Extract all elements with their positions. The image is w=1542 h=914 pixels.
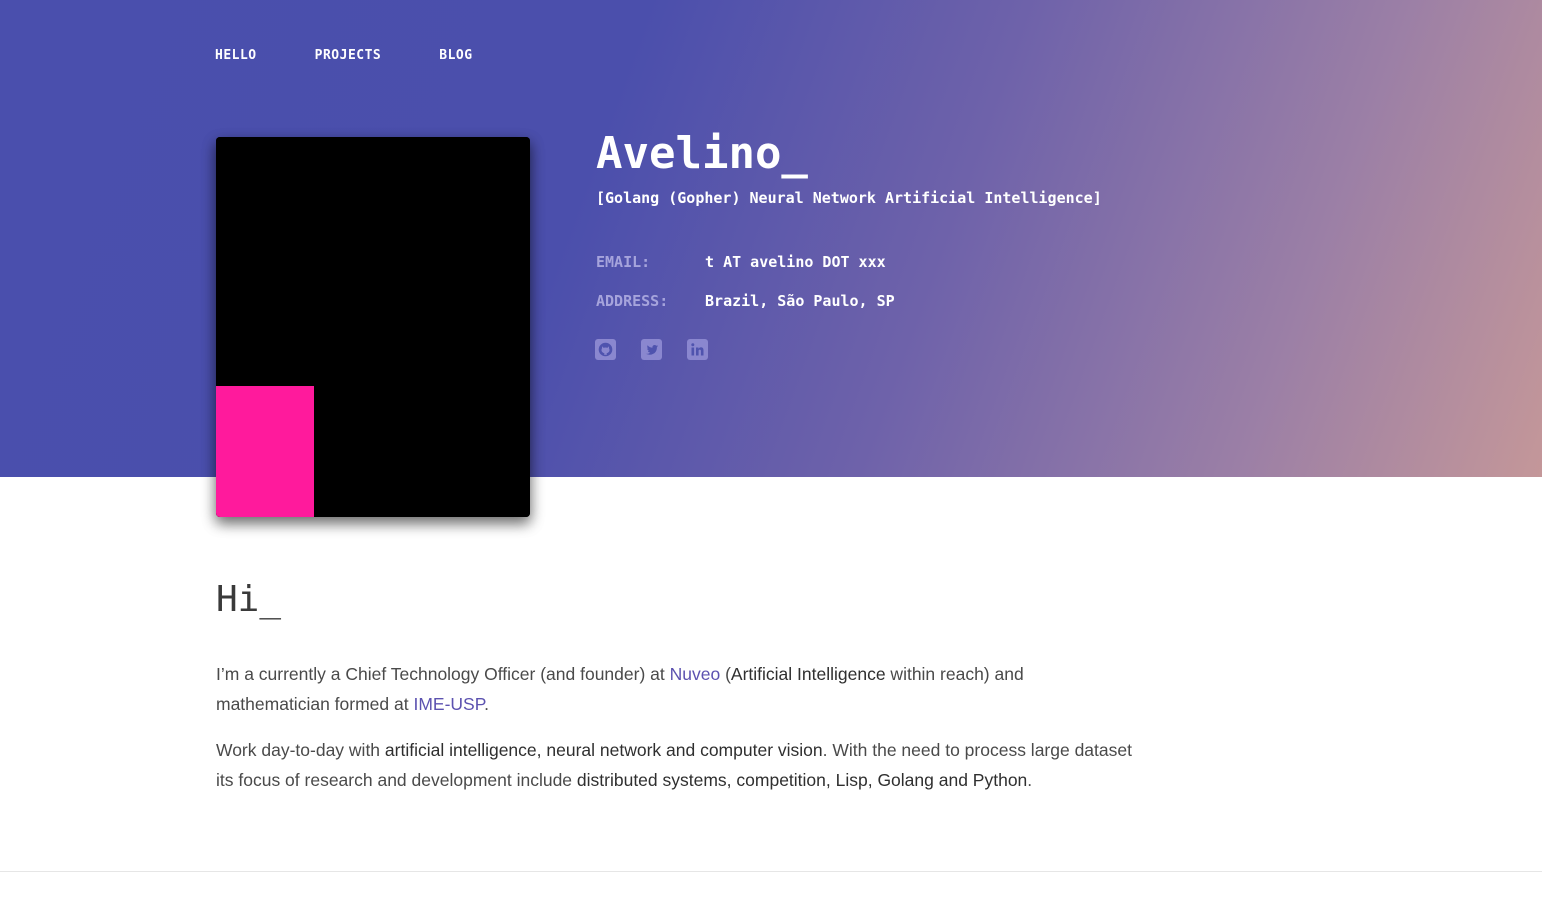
about-p1-bold-1: Artificial Intelligence <box>730 664 886 684</box>
nav-item-hello[interactable]: HELLO <box>215 48 257 63</box>
footer-divider <box>0 871 1542 872</box>
social-links <box>595 339 708 360</box>
twitter-icon[interactable] <box>641 339 662 360</box>
top-nav: HELLO PROJECTS BLOG <box>215 48 531 63</box>
about-p1-text-2: ( <box>720 664 731 684</box>
profile-photo-overlay-pink-block <box>216 386 314 517</box>
about-heading: Hi_ <box>216 579 282 620</box>
ime-usp-link[interactable]: IME-USP <box>413 694 484 714</box>
nav-item-blog[interactable]: BLOG <box>439 48 472 63</box>
about-p2-bold-2: distributed systems, competition, Lisp, … <box>576 770 1028 790</box>
about-section: Hi_ I’m a currently a Chief Technology O… <box>216 570 1136 795</box>
address-label: ADDRESS: <box>596 292 669 310</box>
about-paragraph-1: I’m a currently a Chief Technology Offic… <box>216 659 1136 719</box>
about-p1-text-1: I’m a currently a Chief Technology Offic… <box>216 664 670 684</box>
profile-photo-overlay <box>216 137 530 517</box>
linkedin-icon[interactable] <box>687 339 708 360</box>
address-value: Brazil, São Paulo, SP <box>705 292 895 310</box>
address-row: ADDRESS: Brazil, São Paulo, SP <box>596 292 895 310</box>
about-p2-bold-1: artificial intelligence, neural network … <box>384 740 823 760</box>
email-label: EMAIL: <box>596 253 651 271</box>
github-icon[interactable] <box>595 339 616 360</box>
email-row: EMAIL: t AT avelino DOT xxx <box>596 253 886 271</box>
about-p2-text-3: . <box>1027 770 1033 790</box>
about-p2-text-1: Work day-to-day with <box>216 740 385 760</box>
about-p1-text-4: . <box>484 694 489 714</box>
email-value: t AT avelino DOT xxx <box>705 253 886 271</box>
profile-name: Avelino_ <box>596 128 808 179</box>
about-paragraph-2: Work day-to-day with artificial intellig… <box>216 735 1136 795</box>
profile-tagline: [Golang (Gopher) Neural Network Artifici… <box>596 189 1102 207</box>
nav-item-projects[interactable]: PROJECTS <box>315 48 382 63</box>
nuveo-link[interactable]: Nuveo <box>670 664 721 684</box>
